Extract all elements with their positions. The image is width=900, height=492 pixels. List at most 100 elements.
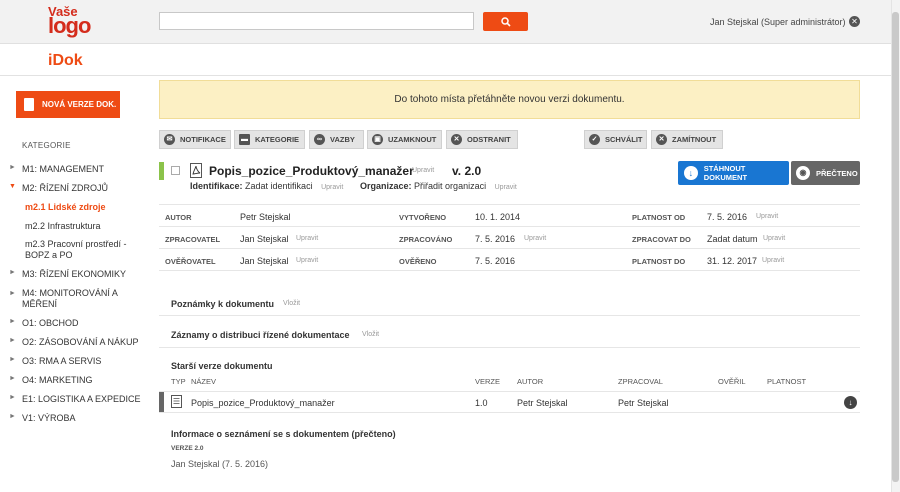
sidebar-item-label: m2.3 Pracovní prostředí - BOPZ a PO	[25, 239, 127, 260]
search-icon	[500, 16, 511, 27]
created-label: VYTVOŘENO	[399, 213, 447, 222]
sidebar-item-o3[interactable]: ► O3: RMA A SERVIS	[9, 356, 101, 366]
search-button[interactable]	[483, 12, 528, 31]
new-version-label: NOVÁ VERZE DOK.	[42, 100, 117, 109]
folder-icon: ▬	[239, 134, 250, 145]
author-value: Petr Stejskal	[240, 212, 291, 222]
dropzone-text: Do tohoto místa přetáhněte novou verzi d…	[394, 94, 625, 105]
sidebar-item-label: m2.2 Infrastruktura	[25, 221, 101, 231]
sidebar-item-label: O3: RMA A SERVIS	[22, 356, 102, 366]
processed-label: ZPRACOVÁNO	[399, 235, 453, 244]
verifier-value: Jan Stejskal	[240, 256, 289, 266]
download-icon[interactable]: ↓	[844, 396, 857, 409]
add-note-link[interactable]: Vložit	[283, 300, 300, 307]
edit-process-by-link[interactable]: Upravit	[763, 235, 785, 242]
col-name: NÁZEV	[191, 377, 217, 386]
divider	[159, 315, 860, 316]
organization-line: Organizace: Přiřadit organizaci Upravit	[360, 181, 517, 191]
edit-verifier-link[interactable]: Upravit	[296, 257, 318, 264]
sidebar-item-label: V1: VÝROBA	[22, 413, 76, 423]
edit-valid-from-link[interactable]: Upravit	[756, 213, 778, 220]
sidebar-item-label: M3: ŘÍZENÍ EKONOMIKY	[22, 269, 127, 279]
sidebar-item-m2[interactable]: ▼ M2: ŘÍZENÍ ZDROJŮ	[9, 183, 108, 193]
sidebar-item-label: E1: LOGISTIKA A EXPEDICE	[22, 394, 141, 404]
sidebar-item-label: m2.1 Lidské zdroje	[25, 202, 106, 212]
chevron-right-icon: ►	[9, 413, 16, 420]
eye-icon: ◉	[796, 166, 810, 180]
edit-processor-link[interactable]: Upravit	[296, 235, 318, 242]
select-checkbox[interactable]	[171, 166, 180, 175]
older-versions-heading: Starší verze dokumentu	[171, 361, 273, 371]
col-version: VERZE	[475, 377, 501, 386]
identifier-value[interactable]: Zadat identifikaci	[245, 181, 313, 191]
sidebar-item-o4[interactable]: ► O4: MARKETING	[9, 375, 93, 385]
author-label: AUTOR	[165, 213, 192, 222]
col-verified-by: OVĚŘIL	[718, 377, 746, 386]
reject-button[interactable]: ✕ ZAMÍTNOUT	[651, 130, 723, 149]
categories-button[interactable]: ▬ KATEGORIE	[234, 130, 305, 149]
dropzone[interactable]: Do tohoto místa přetáhněte novou verzi d…	[159, 80, 860, 119]
lock-icon: ▣	[372, 134, 383, 145]
close-icon: ✕	[656, 134, 667, 145]
download-document-button[interactable]: ↓ STÁHNOUT DOKUMENT	[678, 161, 789, 185]
sidebar-item-m1[interactable]: ► M1: MANAGEMENT	[9, 164, 104, 174]
sidebar-item-m2-1[interactable]: m2.1 Lidské zdroje	[9, 202, 106, 212]
sidebar-item-e1[interactable]: ► E1: LOGISTIKA A EXPEDICE	[9, 394, 141, 404]
table-row[interactable]: Popis_pozice_Produktový_manažer 1.0 Petr…	[159, 391, 860, 413]
button-label: ZAMÍTNOUT	[672, 135, 717, 144]
processor-value: Jan Stejskal	[240, 234, 289, 244]
processed-value: 7. 5. 2016	[475, 234, 516, 244]
valid-from-value: 7. 5. 2016	[707, 212, 748, 222]
edit-identifier-link[interactable]: Upravit	[321, 184, 343, 191]
sidebar-item-label: O2: ZÁSOBOVÁNÍ A NÁKUP	[22, 337, 139, 347]
read-label: PŘEČTENO	[816, 168, 858, 178]
sidebar-item-o2[interactable]: ► O2: ZÁSOBOVÁNÍ A NÁKUP	[9, 337, 139, 347]
process-by-label: ZPRACOVAT DO	[632, 235, 691, 244]
sidebar-item-label: M4: MONITOROVÁNÍ A MĚŘENÍ	[22, 288, 118, 309]
logo[interactable]: Vaše logo	[48, 5, 91, 36]
verified-value: 7. 5. 2016	[475, 256, 516, 266]
edit-valid-to-link[interactable]: Upravit	[762, 257, 784, 264]
edit-organization-link[interactable]: Upravit	[495, 184, 517, 191]
sidebar-item-o1[interactable]: ► O1: OBCHOD	[9, 318, 79, 328]
valid-to-label: PLATNOST DO	[632, 257, 686, 266]
processor-label: ZPRACOVATEL	[165, 235, 221, 244]
chevron-right-icon: ►	[9, 164, 16, 171]
app-bar	[0, 45, 891, 76]
sidebar-item-label: M2: ŘÍZENÍ ZDROJŮ	[22, 183, 109, 193]
approve-button[interactable]: ✓ SCHVÁLIT	[584, 130, 647, 149]
organization-value[interactable]: Přiřadit organizaci	[414, 181, 486, 191]
search-input[interactable]	[159, 12, 474, 30]
new-version-button[interactable]: NOVÁ VERZE DOK.	[16, 91, 120, 118]
acquaintance-version: VERZE 2.0	[171, 445, 204, 452]
row-processed-by: Petr Stejskal	[618, 398, 669, 408]
delete-button[interactable]: ✕ ODSTRANIT	[446, 130, 518, 149]
links-button[interactable]: ∞ VAZBY	[309, 130, 364, 149]
row-name: Popis_pozice_Produktový_manažer	[191, 398, 335, 408]
sidebar-item-m2-2[interactable]: m2.2 Infrastruktura	[9, 221, 101, 231]
process-by-value[interactable]: Zadat datum	[707, 234, 758, 244]
sidebar-item-m3[interactable]: ► M3: ŘÍZENÍ EKONOMIKY	[9, 269, 126, 279]
edit-title-link[interactable]: Upravit	[412, 167, 434, 174]
divider	[159, 347, 860, 348]
valid-to-value: 31. 12. 2017	[707, 256, 758, 266]
app-name[interactable]: iDok	[48, 52, 83, 70]
identifier-label: Identifikace:	[190, 181, 243, 191]
close-icon[interactable]: ✕	[849, 16, 860, 27]
add-distribution-link[interactable]: Vložit	[362, 331, 379, 338]
acquaintance-heading: Informace o seznámení se s dokumentem (p…	[171, 429, 396, 439]
chevron-right-icon: ►	[9, 337, 16, 344]
button-label: ODSTRANIT	[467, 135, 511, 144]
category-title: KATEGORIE	[22, 141, 71, 150]
sidebar-item-v1[interactable]: ► V1: VÝROBA	[9, 413, 76, 423]
sidebar-item-m4[interactable]: ► M4: MONITOROVÁNÍ A MĚŘENÍ	[9, 288, 129, 310]
row-version: 1.0	[475, 398, 488, 408]
lock-button[interactable]: ▣ UZAMKNOUT	[367, 130, 442, 149]
mail-icon: ✉	[164, 134, 175, 145]
scrollbar-thumb[interactable]	[892, 12, 899, 482]
notifications-button[interactable]: ✉ NOTIFIKACE	[159, 130, 231, 149]
mark-read-button[interactable]: ◉ PŘEČTENO	[791, 161, 860, 185]
edit-processed-link[interactable]: Upravit	[524, 235, 546, 242]
close-icon: ✕	[451, 134, 462, 145]
sidebar-item-m2-3[interactable]: m2.3 Pracovní prostředí - BOPZ a PO	[9, 239, 134, 261]
